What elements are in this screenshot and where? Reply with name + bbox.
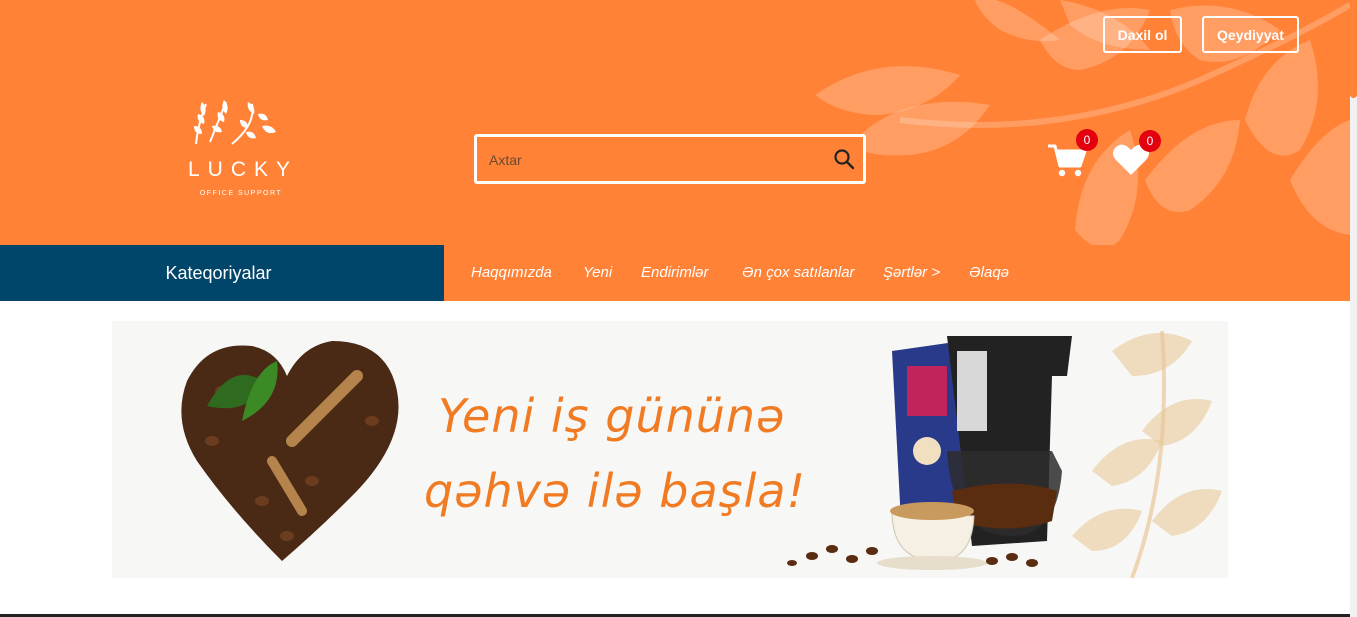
nav-item-terms[interactable]: Şərtlər > xyxy=(883,245,940,301)
banner-headline-line1: Yeni iş gününə xyxy=(438,389,786,443)
nav-item-contact[interactable]: Əlaqə xyxy=(969,245,1009,301)
nav-item-bestsellers[interactable]: Ən çox satılanlar xyxy=(742,245,855,301)
nav-item-new[interactable]: Yeni xyxy=(583,245,612,301)
logo[interactable]: LUCKY OFFICE SUPPORT xyxy=(176,98,306,208)
banner-artwork xyxy=(181,330,1222,578)
logo-leaves-icon xyxy=(194,100,276,145)
nav-item-about[interactable]: Haqqımızda xyxy=(471,245,552,301)
search-box xyxy=(474,134,866,184)
scrollbar-thumb[interactable] xyxy=(1350,0,1357,98)
banner-headline-line2: qəhvə ilə başla! xyxy=(424,464,807,518)
wishlist-button[interactable]: 0 xyxy=(1112,130,1161,177)
logo-name: LUCKY xyxy=(187,158,299,181)
nav-item-discounts[interactable]: Endirimlər xyxy=(641,245,709,301)
cart-count-badge: 0 xyxy=(1076,129,1098,151)
cart-button[interactable]: 0 xyxy=(1047,129,1098,180)
promo-banner[interactable]: Yeni iş gününə qəhvə ilə başla! xyxy=(112,321,1228,578)
wishlist-count-badge: 0 xyxy=(1139,130,1161,152)
site-header: Daxil ol Qeydiyyat LUCKY OFFICE SUPPORT … xyxy=(0,0,1350,245)
categories-button[interactable]: Kateqoriyalar xyxy=(0,245,444,301)
main-nav: Kateqoriyalar Haqqımızda Yeni Endirimlər… xyxy=(0,245,1350,301)
register-button[interactable]: Qeydiyyat xyxy=(1202,16,1299,53)
login-button[interactable]: Daxil ol xyxy=(1103,16,1182,53)
search-icon[interactable] xyxy=(833,148,855,170)
search-input[interactable] xyxy=(487,145,821,175)
logo-tagline: OFFICE SUPPORT xyxy=(199,190,283,197)
